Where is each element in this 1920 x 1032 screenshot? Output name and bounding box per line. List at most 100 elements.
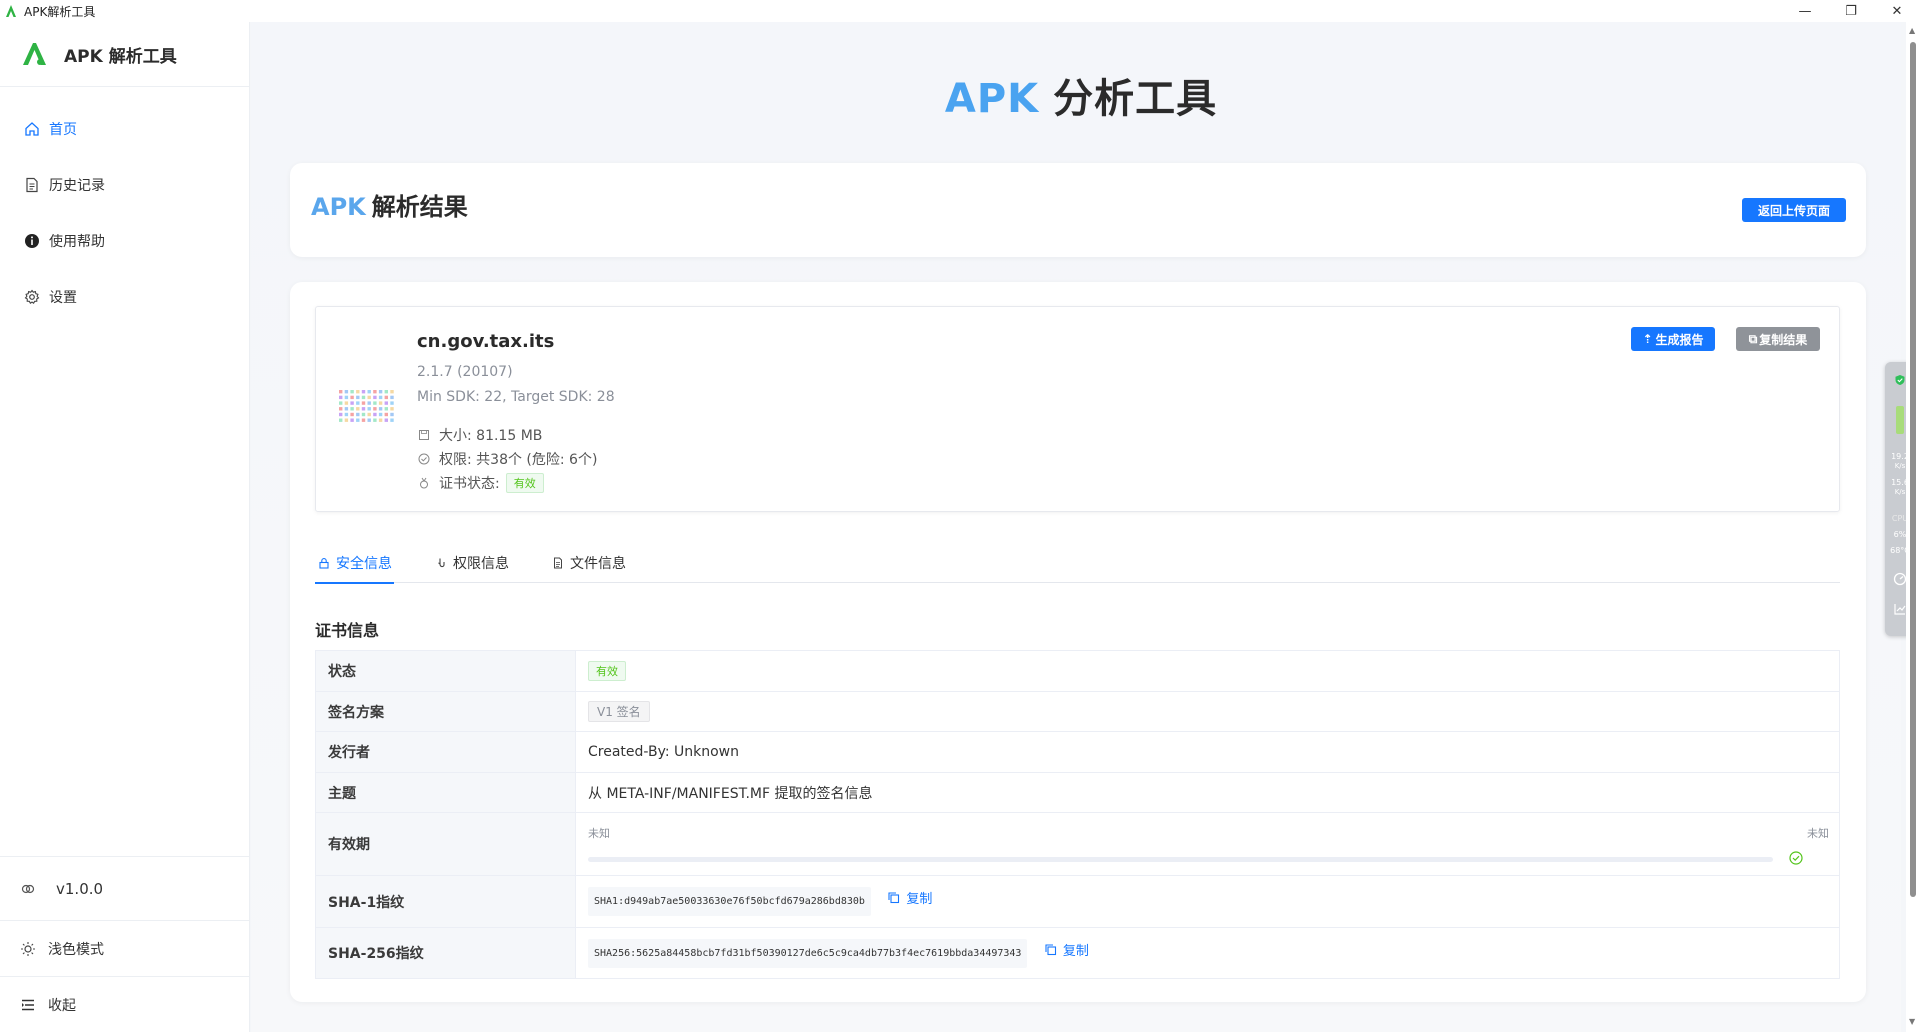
collapse-button[interactable]: 收起 [0, 976, 249, 1032]
scroll-up-icon[interactable]: ▲ [1909, 26, 1915, 35]
copy-icon: ⧉ [1748, 331, 1758, 346]
disk-icon [417, 428, 431, 442]
brand-logo-icon [23, 43, 46, 65]
sidebar-nav: 首页 历史记录 使用帮助 设置 [0, 87, 249, 325]
issuer-value: Created-By: Unknown [575, 731, 1840, 773]
window-title: APK解析工具 [24, 4, 96, 19]
main-content: APK 分析工具 APK 解析结果 返回上传页面 cn.gov.tax.its 2.… [251, 22, 1901, 1032]
tab-label: 文件信息 [570, 555, 626, 572]
page-title-text: 分析工具 [1053, 76, 1218, 122]
scrollbar-thumb[interactable] [1910, 42, 1916, 897]
version-label: v1.0.0 [56, 879, 104, 898]
sidebar-bottom: v1.0.0 浅色模式 收起 [0, 856, 249, 1032]
check-circle-icon [1789, 851, 1803, 865]
cert-table: 状态 有效 签名方案 V1 签名 发行者 Created-By: Unknown… [315, 650, 1840, 979]
app-logo-icon [6, 5, 16, 17]
chart-icon [1894, 604, 1906, 615]
sidebar-item-home[interactable]: 首页 [0, 101, 249, 157]
result-title-accent: APK [311, 193, 366, 221]
copy-result-button[interactable]: ⧉ 复制结果 [1736, 327, 1820, 351]
page-title-accent: APK [944, 76, 1040, 122]
sidebar-item-settings[interactable]: 设置 [0, 269, 249, 325]
result-header-card: APK 解析结果 返回上传页面 [290, 163, 1866, 257]
medal-icon [417, 476, 431, 490]
scheme-badge: V1 签名 [588, 701, 650, 722]
row-label: 状态 [315, 650, 576, 692]
permissions-text: 权限: 共38个 (危险: 6个) [439, 452, 598, 468]
theme-toggle[interactable]: 浅色模式 [0, 920, 249, 976]
sidebar-item-label: 设置 [49, 290, 77, 306]
tab-label: 安全信息 [336, 555, 392, 572]
tab-label: 权限信息 [453, 555, 509, 572]
row-value: SHA1:d949ab7ae50033630e76f50bcfd679a286b… [575, 875, 1840, 928]
row-label: 发行者 [315, 731, 576, 773]
validity-start: 未知 [588, 827, 610, 840]
apk-summary: cn.gov.tax.its 2.1.7 (20107) Min SDK: 22… [315, 306, 1840, 512]
sha1-fingerprint: SHA1:d949ab7ae50033630e76f50bcfd679a286b… [588, 887, 871, 916]
collapse-label: 收起 [48, 997, 76, 1014]
size-row: 大小: 81.15 MB [417, 425, 542, 445]
gear-icon [24, 289, 40, 305]
row-label: SHA-256指纹 [315, 927, 576, 979]
validity-end: 未知 [1807, 827, 1829, 840]
cert-status-tag: 有效 [505, 473, 544, 493]
table-row: SHA-1指纹 SHA1:d949ab7ae50033630e76f50bcfd… [315, 875, 1840, 928]
result-card: cn.gov.tax.its 2.1.7 (20107) Min SDK: 22… [290, 282, 1866, 1002]
row-label: 签名方案 [315, 691, 576, 732]
hand-icon [434, 556, 448, 570]
gauge-icon [1893, 572, 1907, 586]
validity-progress-bar [588, 857, 1773, 862]
result-title: APK 解析结果 [311, 187, 468, 222]
generate-report-button[interactable]: ⇡ 生成报告 [1631, 327, 1715, 351]
shield-icon [1895, 375, 1905, 385]
info-tabs: 安全信息 权限信息 文件信息 [315, 542, 1840, 584]
row-label: SHA-1指纹 [315, 875, 576, 928]
generate-report-label: 生成报告 [1655, 332, 1704, 347]
copy-sha1-button[interactable]: 复制 [887, 888, 932, 907]
table-row: SHA-256指纹 SHA256:5625a84458bcb7fd31bf503… [315, 927, 1840, 979]
row-label: 主题 [315, 772, 576, 813]
close-button[interactable]: ✕ [1874, 0, 1920, 22]
page-scrollbar[interactable]: ▲ ▼ [1906, 22, 1920, 1032]
scroll-down-icon[interactable]: ▼ [1909, 1017, 1915, 1026]
tab-files[interactable]: 文件信息 [549, 542, 628, 583]
upload-icon: ⇡ [1642, 332, 1653, 346]
tab-security[interactable]: 安全信息 [315, 542, 394, 584]
file-icon [551, 556, 565, 570]
row-value: 未知 未知 [575, 812, 1840, 876]
sidebar-item-label: 使用帮助 [49, 234, 105, 250]
link-icon [20, 881, 36, 897]
tab-permissions[interactable]: 权限信息 [432, 542, 511, 583]
restore-button[interactable]: ❐ [1828, 0, 1874, 22]
table-row: 状态 有效 [315, 650, 1840, 692]
status-badge: 有效 [588, 661, 626, 681]
brand: APK 解析工具 [0, 22, 249, 87]
sidebar-item-label: 历史记录 [49, 178, 105, 194]
permissions-row: 权限: 共38个 (危险: 6个) [417, 449, 597, 469]
page-title: APK 分析工具 [251, 66, 1911, 124]
table-row: 签名方案 V1 签名 [315, 691, 1840, 732]
row-value: 有效 [575, 650, 1840, 692]
minimize-button[interactable]: — [1782, 0, 1828, 22]
row-value: V1 签名 [575, 691, 1840, 732]
sidebar-item-label: 首页 [49, 122, 77, 138]
apk-app-icon [339, 390, 394, 422]
package-version: 2.1.7 (20107) [417, 364, 513, 380]
copy-sha256-button[interactable]: 复制 [1044, 940, 1089, 959]
memory-bar [1896, 406, 1904, 434]
package-sdk: Min SDK: 22, Target SDK: 28 [417, 389, 615, 405]
size-text: 大小: 81.15 MB [439, 428, 543, 444]
sidebar-item-history[interactable]: 历史记录 [0, 157, 249, 213]
theme-label: 浅色模式 [48, 941, 104, 958]
version-info: v1.0.0 [0, 856, 249, 920]
copy-icon [888, 892, 900, 904]
result-title-text: 解析结果 [371, 193, 468, 221]
table-row: 主题 从 META-INF/MANIFEST.MF 提取的签名信息 [315, 772, 1840, 813]
window-controls: — ❐ ✕ [1782, 0, 1920, 22]
sidebar-item-help[interactable]: 使用帮助 [0, 213, 249, 269]
brand-name: APK 解析工具 [64, 46, 177, 67]
back-to-upload-button[interactable]: 返回上传页面 [1741, 198, 1846, 222]
row-value: SHA256:5625a84458bcb7fd31bf50390127de6c5… [575, 927, 1840, 979]
home-icon [24, 121, 40, 137]
cert-status-row: 证书状态: 有效 [417, 473, 544, 493]
